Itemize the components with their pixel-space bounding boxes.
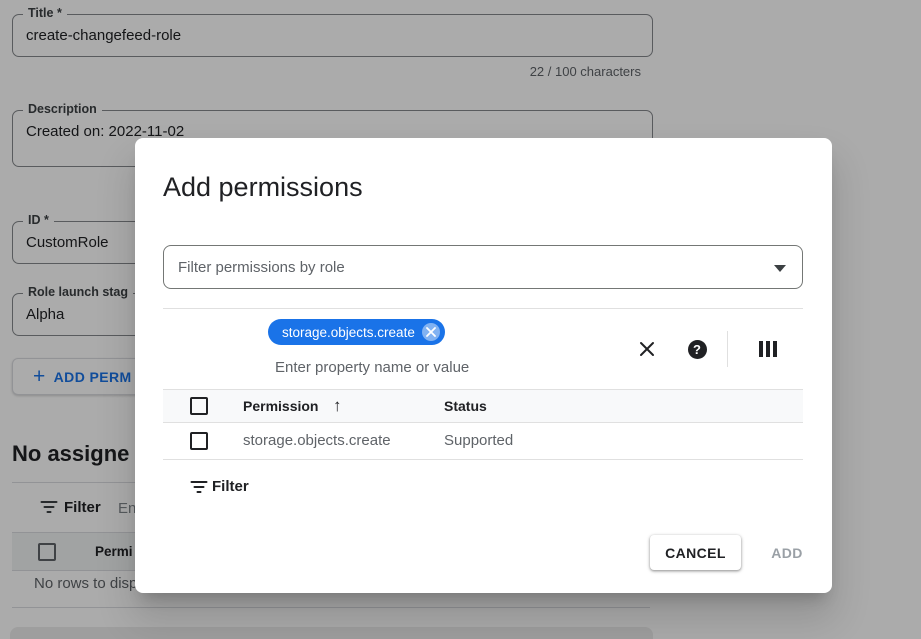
clear-filter-icon[interactable] [635,337,659,361]
role-dropdown-placeholder: Filter permissions by role [178,259,345,276]
column-display-icon[interactable] [756,337,780,361]
select-all-checkbox[interactable] [190,397,208,415]
filter-list-icon [190,481,207,494]
row-permission-cell: storage.objects.create [243,432,391,449]
divider [727,331,728,367]
row-checkbox[interactable] [190,432,208,450]
permission-column-header[interactable]: Permission [243,398,318,414]
add-permissions-dialog: Add permissions Filter permissions by ro… [135,138,832,593]
filter-permissions-by-role-dropdown[interactable]: Filter permissions by role [163,245,803,289]
page: Title * create-changefeed-role 22 / 100 … [0,0,921,639]
cancel-button[interactable]: CANCEL [650,535,741,570]
status-column-header[interactable]: Status [444,398,487,414]
filter-chip-label: storage.objects.create [282,325,415,340]
divider [163,308,803,309]
help-icon[interactable]: ? [685,337,709,361]
add-button[interactable]: ADD [757,535,817,570]
chip-remove-icon[interactable] [422,323,440,341]
row-status-cell: Supported [444,432,513,449]
dialog-filter-input[interactable]: Enter property name or value [275,359,469,376]
dialog-filter-label[interactable]: Filter [212,478,249,495]
chevron-down-icon [774,265,786,272]
sort-ascending-icon[interactable]: ↑ [333,396,342,416]
dialog-title: Add permissions [163,172,363,203]
filter-chip[interactable]: storage.objects.create [268,319,445,345]
